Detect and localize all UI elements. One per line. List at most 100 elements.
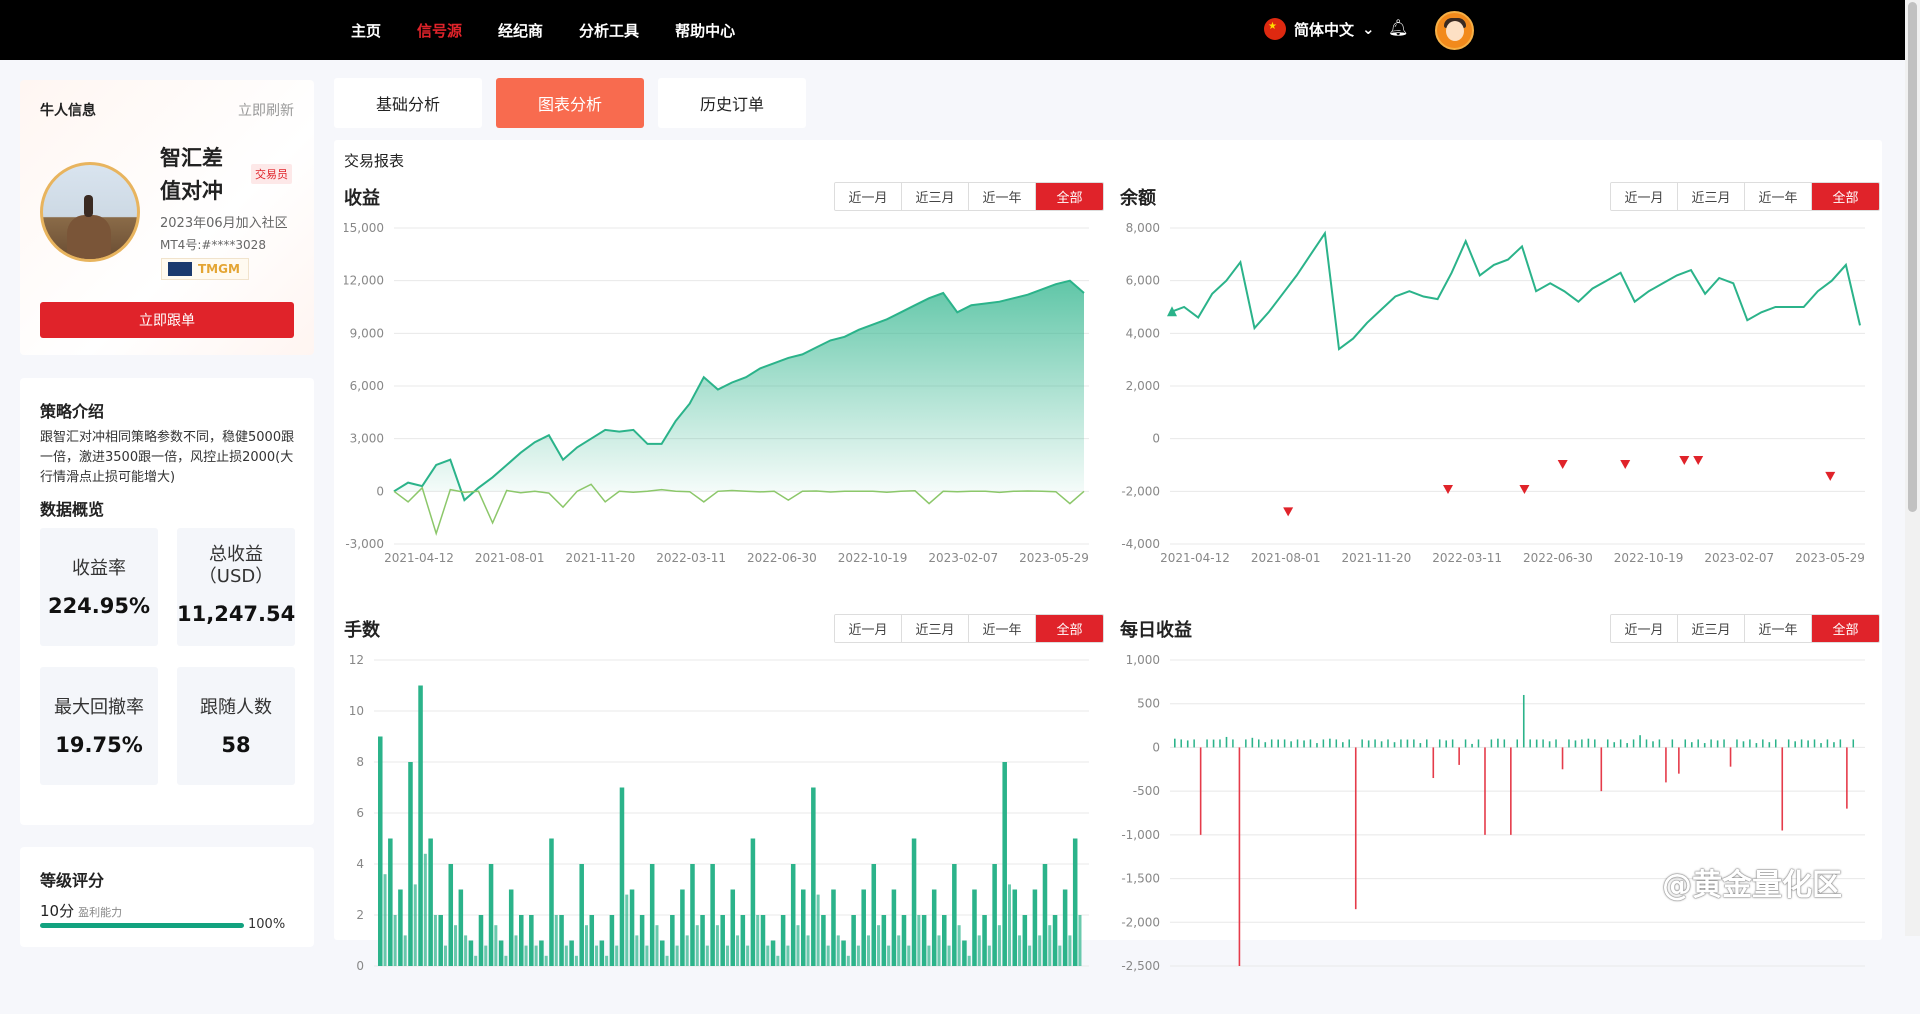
bell-icon[interactable]: 🔔︎	[1388, 18, 1408, 37]
nav-tools[interactable]: 分析工具	[579, 20, 639, 41]
x-tick-label: 2022-03-11	[1432, 551, 1502, 565]
daily-profit-bar	[1587, 738, 1590, 748]
daily-profit-bar	[1626, 743, 1628, 748]
refresh-link[interactable]: 立即刷新	[238, 100, 294, 120]
lots-bar	[1042, 864, 1048, 966]
withdrawal-marker	[1443, 485, 1453, 495]
lots-bar	[740, 915, 746, 966]
withdrawal-marker	[1679, 456, 1690, 466]
y-tick-label: 6	[356, 806, 364, 820]
daily-profit-bar	[1639, 735, 1641, 748]
follow-button[interactable]: 立即跟单	[40, 302, 294, 338]
language-label: 简体中文	[1294, 20, 1355, 39]
daily-profit-bar	[1742, 741, 1745, 748]
tab-chart-analysis[interactable]: 图表分析	[496, 78, 644, 128]
balance-chart: 余额 近一月 近三月 近一年 全部 8,000 6,000 4,000 2,000 0-…	[1120, 182, 1880, 582]
daily-profit-bar	[1283, 739, 1286, 748]
language-selector[interactable]: 简体中文 ⌄	[1264, 18, 1375, 40]
nav-help[interactable]: 帮助中心	[675, 20, 735, 41]
lots-bar	[680, 889, 685, 966]
daily-profit-bar	[1361, 739, 1363, 748]
daily-profit-bar	[1510, 747, 1512, 835]
lots-bar	[1078, 915, 1082, 966]
lots-bar	[529, 915, 534, 966]
lots-bar	[544, 955, 548, 966]
lots-bar	[559, 915, 564, 966]
daily-profit-bar	[1374, 739, 1376, 748]
daily-profit-bar	[1400, 739, 1402, 748]
y-tick-label: 8,000	[1126, 221, 1160, 235]
score-value: 10分	[40, 902, 75, 920]
tab-basic-analysis[interactable]: 基础分析	[334, 78, 482, 128]
top-navbar: 主页 信号源 经纪商 分析工具 帮助中心 简体中文 ⌄ 🔔︎	[0, 0, 1905, 60]
y-tick-label: -2,000	[1121, 484, 1160, 498]
lots-bar	[921, 915, 927, 966]
lots-bar	[448, 864, 454, 966]
daily-profit-bar	[1174, 738, 1176, 748]
page-scrollbar[interactable]	[1905, 0, 1920, 936]
daily-profit-bar	[1426, 739, 1428, 748]
lots-bar	[897, 935, 901, 966]
nav-signals[interactable]: 信号源	[417, 20, 462, 41]
y-tick-label: 500	[1137, 697, 1160, 711]
lots-bar	[982, 915, 987, 966]
lots-bar	[931, 889, 937, 966]
daily-profit-bar	[1387, 739, 1389, 748]
lots-bar	[942, 915, 947, 966]
lots-bar	[821, 915, 826, 966]
y-tick-label: -1,000	[1121, 828, 1160, 842]
chevron-down-icon: ⌄	[1362, 20, 1375, 38]
tab-history-orders[interactable]: 历史订单	[658, 78, 806, 128]
lots-bar	[861, 889, 866, 966]
lots-bar	[519, 915, 524, 966]
withdrawal-marker	[1693, 456, 1704, 466]
lots-bar	[474, 955, 478, 966]
lots-bar	[433, 915, 437, 966]
lots-bar	[786, 945, 790, 966]
daily-profit-bar	[1755, 743, 1758, 748]
lots-bar	[927, 945, 931, 966]
lots-bar	[398, 889, 403, 966]
daily-profit-bar	[1419, 743, 1422, 748]
lots-bar	[1062, 889, 1068, 966]
stat-value: 58	[221, 733, 251, 757]
lots-bar	[750, 838, 756, 966]
daily-profit-bar	[1723, 739, 1725, 748]
rating-card: 等级评分 10分 盈利能力 100%	[20, 847, 314, 947]
mt4-account: MT4号:#****3028	[160, 238, 266, 252]
daily-profit-bar	[1186, 740, 1189, 748]
nav-home[interactable]: 主页	[351, 20, 381, 41]
daily-profit-bar	[1665, 747, 1667, 783]
daily-profit-bar	[1794, 741, 1796, 748]
balance-chart-svg: 8,000 6,000 4,000 2,000 0 -2,000 -4,0002021-04…	[1121, 221, 1865, 565]
lots-bar	[992, 864, 997, 966]
lots-bar	[776, 955, 780, 966]
lots-bar	[605, 955, 609, 966]
daily-profit-bar	[1445, 740, 1448, 748]
daily-profit-bar	[1264, 742, 1267, 748]
daily-profit-bar	[1522, 694, 1525, 748]
withdrawal-marker	[1557, 460, 1568, 469]
lots-bar	[997, 925, 1001, 966]
lots-bar	[549, 838, 554, 966]
daily-profit-bar	[1594, 739, 1596, 748]
x-tick-label: 2021-11-20	[1342, 551, 1412, 565]
user-avatar[interactable]	[1435, 11, 1474, 50]
stat-max-drawdown: 最大回撤率 19.75%	[40, 667, 158, 785]
lots-bar	[443, 945, 447, 966]
y-tick-label: 0	[1152, 432, 1160, 446]
stat-label: 总收益 （USD）	[198, 544, 274, 587]
daily-profit-bar	[1581, 739, 1583, 748]
x-tick-label: 2022-03-11	[656, 551, 726, 565]
lots-bar	[851, 915, 856, 966]
daily-profit-bar	[1458, 747, 1460, 765]
broker-badge[interactable]: TMGM	[161, 258, 249, 280]
y-tick-label: -2,000	[1121, 915, 1160, 929]
lots-bar	[574, 955, 578, 966]
lots-bar	[619, 787, 625, 966]
y-tick-label: 2	[356, 908, 364, 922]
daily-profit-bar	[1219, 739, 1221, 748]
nav-brokers[interactable]: 经纪商	[498, 20, 543, 41]
daily-profit-bar	[1619, 739, 1622, 748]
daily-profit-bar	[1542, 739, 1544, 748]
